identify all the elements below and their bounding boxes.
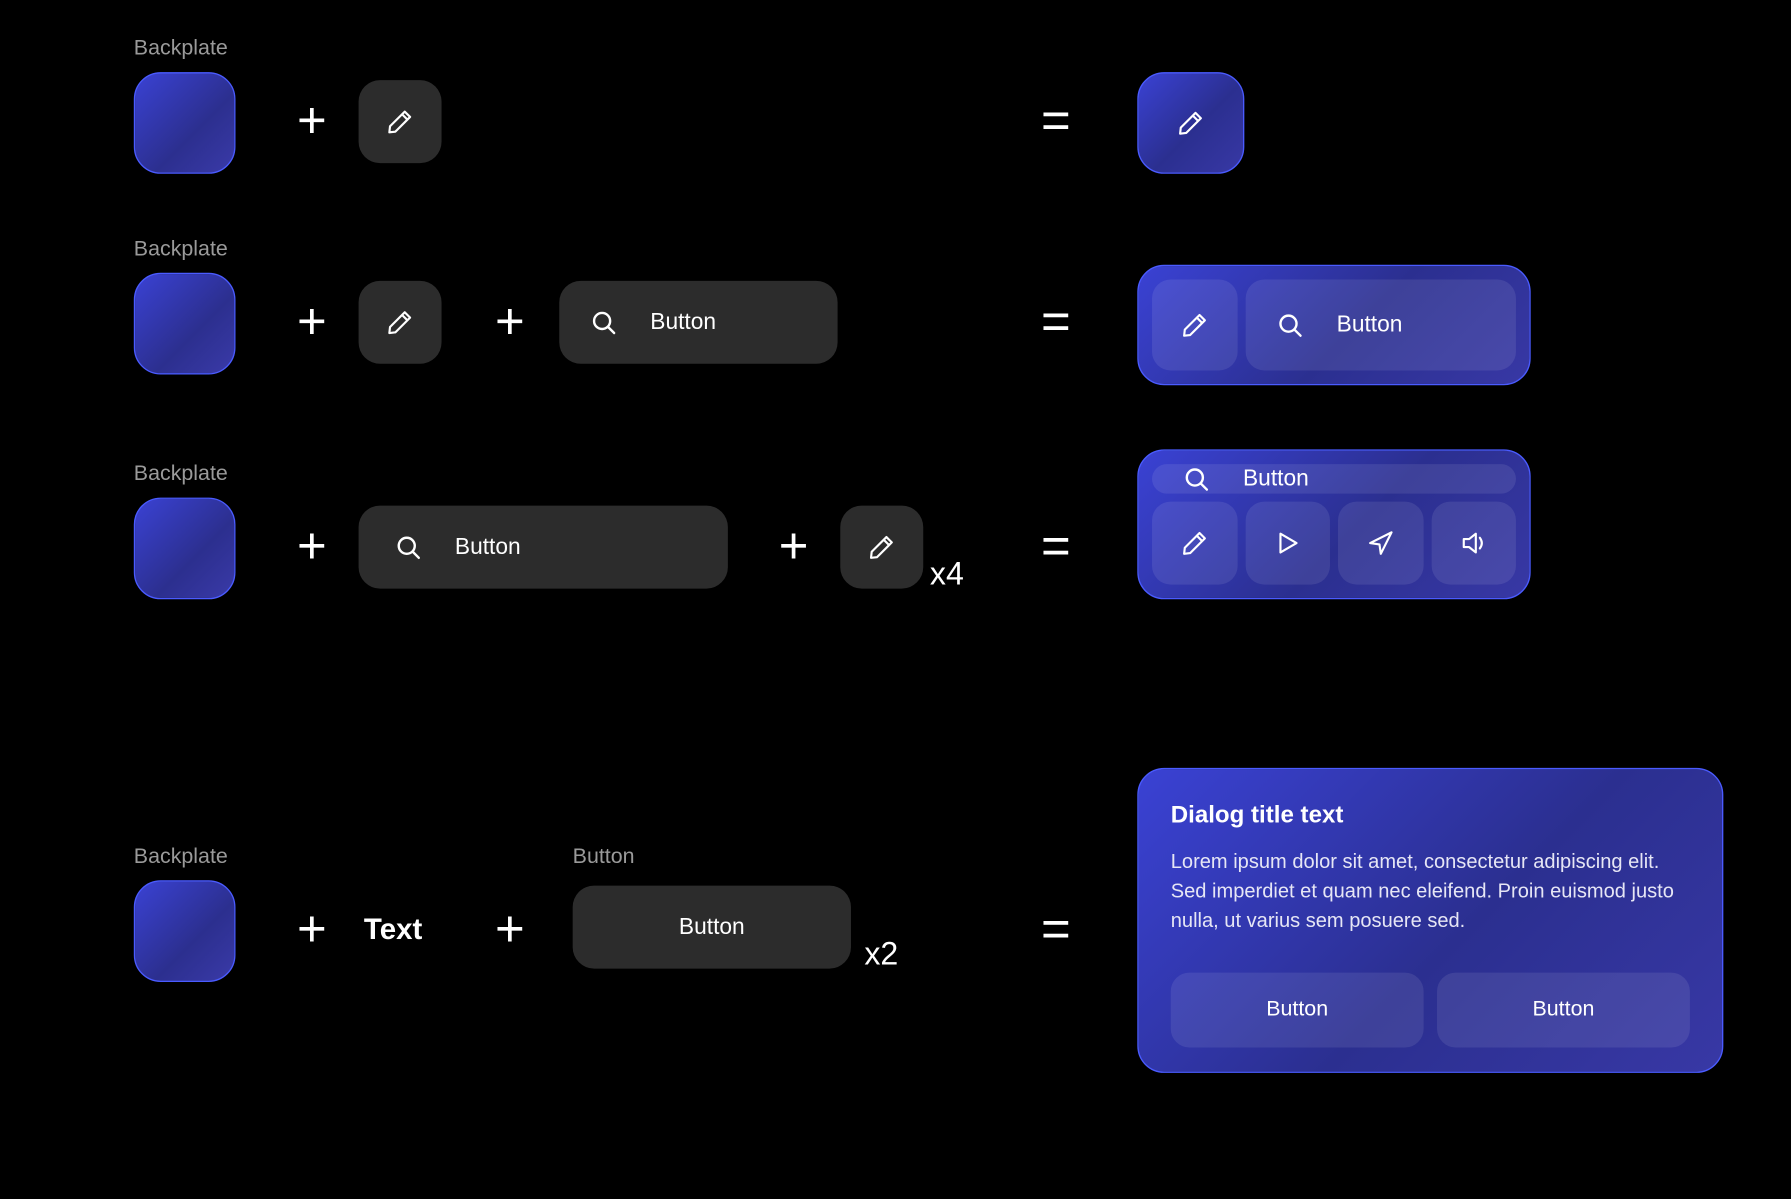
pencil-icon xyxy=(385,107,414,136)
backplate-swatch xyxy=(134,498,236,600)
pencil-icon xyxy=(867,532,896,561)
search-button[interactable]: Button xyxy=(359,506,728,589)
plus-operator: + xyxy=(297,902,327,960)
dialog-button-2[interactable]: Button xyxy=(1437,973,1690,1048)
pencil-icon xyxy=(1176,108,1205,137)
equation-row-2: Backplate + + Button = Button xyxy=(0,241,1790,442)
backplate-label: Backplate xyxy=(134,238,228,262)
send-button[interactable] xyxy=(1338,502,1423,585)
play-icon xyxy=(1273,528,1302,557)
button-label: Button xyxy=(1243,465,1309,492)
pencil-icon xyxy=(385,308,414,337)
multiplier-x2: x2 xyxy=(864,936,898,973)
backplate-swatch xyxy=(134,880,236,982)
dialog-button-row: Button Button xyxy=(1171,973,1690,1048)
icon-button-pencil[interactable] xyxy=(840,506,923,589)
send-icon xyxy=(1366,528,1395,557)
speaker-icon xyxy=(1459,528,1488,557)
button-label: Button xyxy=(1532,998,1594,1022)
pencil-button[interactable] xyxy=(1152,280,1238,371)
equals-operator: = xyxy=(1041,519,1071,577)
pencil-button[interactable] xyxy=(1152,502,1237,585)
search-icon xyxy=(1181,464,1210,493)
search-button[interactable]: Button xyxy=(1246,280,1516,371)
result-icon-button[interactable] xyxy=(1137,72,1244,174)
equals-operator: = xyxy=(1041,902,1071,960)
plus-operator: + xyxy=(297,294,327,352)
button-label: Button xyxy=(679,914,745,941)
plus-operator: + xyxy=(495,902,525,960)
play-button[interactable] xyxy=(1245,502,1330,585)
result-panel: Button xyxy=(1137,449,1530,599)
dialog-title: Dialog title text xyxy=(1171,801,1690,829)
button-label: Button xyxy=(1266,998,1328,1022)
icon-button-row xyxy=(1152,502,1516,585)
backplate-swatch xyxy=(134,273,236,375)
generic-button[interactable]: Button xyxy=(573,886,851,969)
equation-row-4: Backplate + Text + Button Button x2 = Di… xyxy=(0,722,1790,1150)
pencil-icon xyxy=(1180,310,1209,339)
equals-operator: = xyxy=(1041,94,1071,152)
plus-operator: + xyxy=(297,94,327,152)
dialog-body: Lorem ipsum dolor sit amet, consectetur … xyxy=(1171,848,1690,935)
backplate-label: Backplate xyxy=(134,37,228,61)
search-icon xyxy=(589,308,618,337)
button-label: Button xyxy=(650,309,716,336)
search-button[interactable]: Button xyxy=(559,281,837,364)
pencil-icon xyxy=(1180,528,1209,557)
result-toolbar: Button xyxy=(1137,265,1530,385)
search-icon xyxy=(393,532,422,561)
icon-button-pencil[interactable] xyxy=(359,281,442,364)
search-icon xyxy=(1275,310,1304,339)
button-label: Button xyxy=(1337,312,1403,339)
multiplier-x4: x4 xyxy=(930,556,964,593)
backplate-swatch xyxy=(134,72,236,174)
speaker-button[interactable] xyxy=(1431,502,1516,585)
backplate-label: Backplate xyxy=(134,463,228,487)
text-token: Text xyxy=(364,912,422,947)
plus-operator: + xyxy=(297,519,327,577)
equals-operator: = xyxy=(1041,294,1071,352)
backplate-label: Backplate xyxy=(134,845,228,869)
dialog-button-1[interactable]: Button xyxy=(1171,973,1424,1048)
button-input-label: Button xyxy=(573,845,635,869)
equation-row-3: Backplate + Button + x4 = Button xyxy=(0,441,1790,722)
result-dialog: Dialog title text Lorem ipsum dolor sit … xyxy=(1137,768,1723,1073)
equation-row-1: Backplate + = xyxy=(0,40,1790,241)
icon-button-pencil[interactable] xyxy=(359,80,442,163)
button-label: Button xyxy=(455,534,521,561)
search-button[interactable]: Button xyxy=(1152,464,1516,493)
plus-operator: + xyxy=(779,519,809,577)
plus-operator: + xyxy=(495,294,525,352)
